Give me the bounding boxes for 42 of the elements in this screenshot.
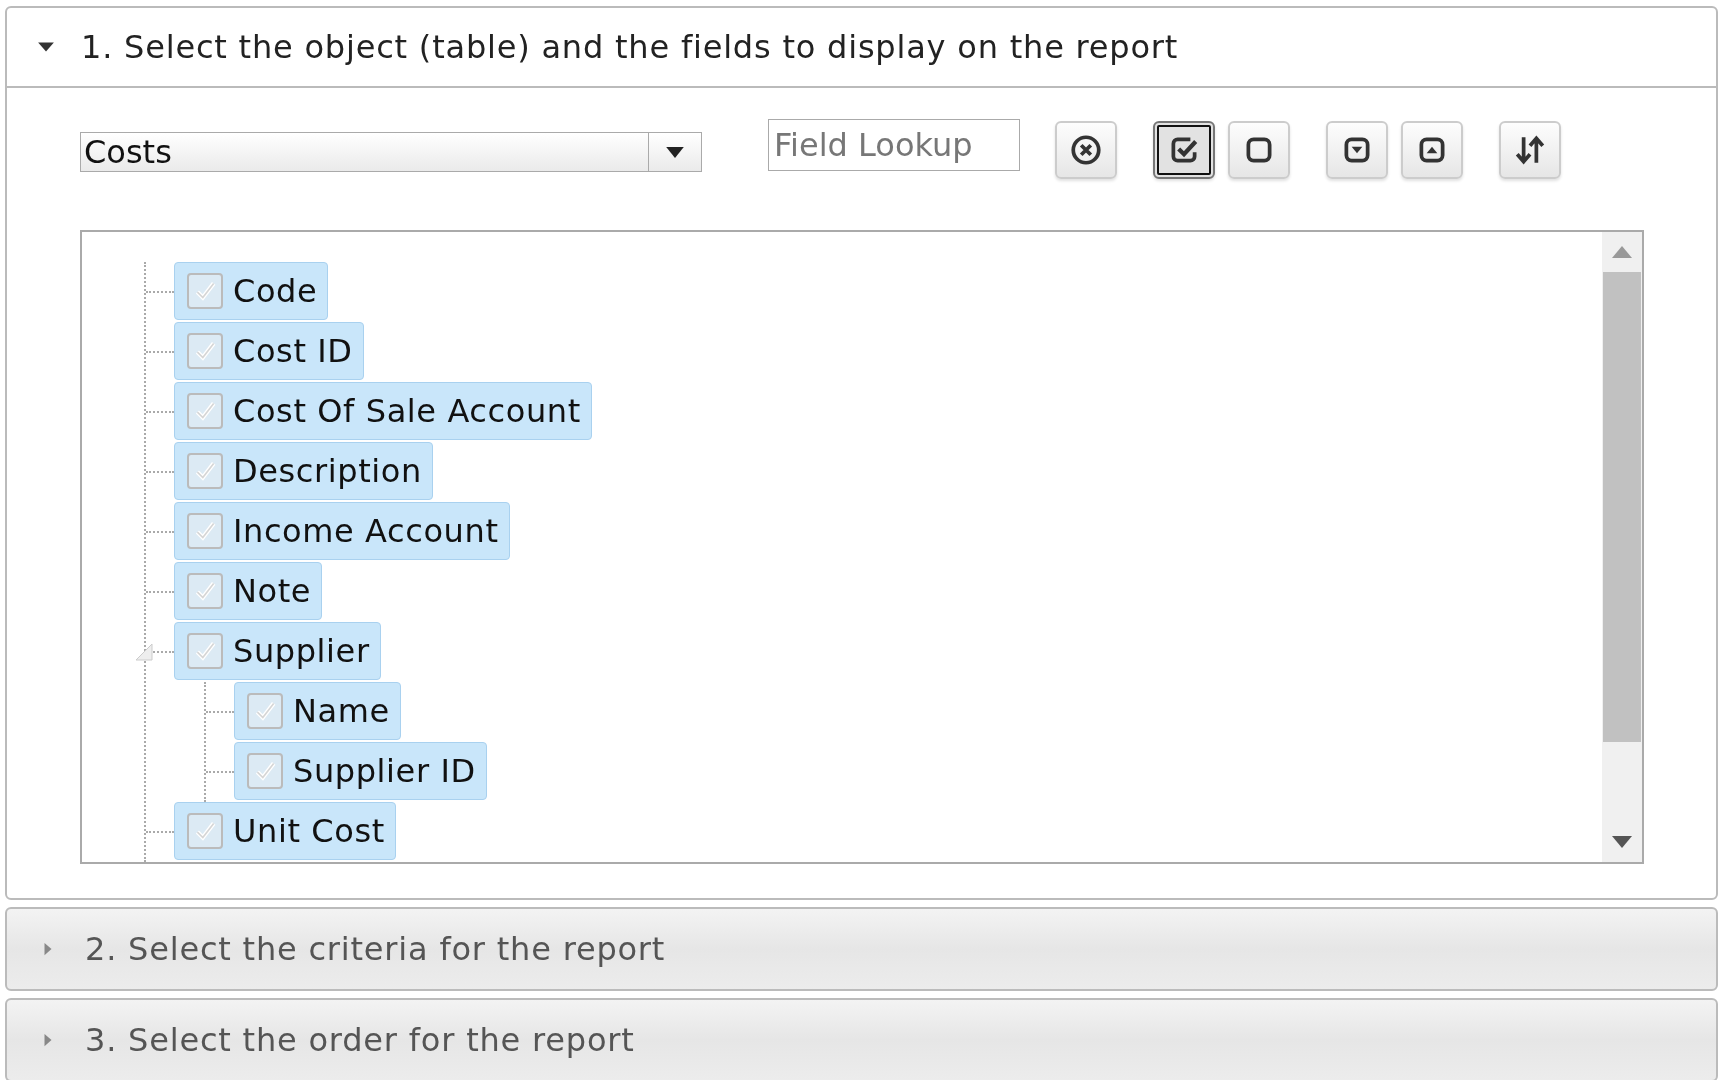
checkbox[interactable] xyxy=(187,273,223,309)
section-title: 2. Select the criteria for the report xyxy=(85,930,666,968)
scroll-up-icon[interactable] xyxy=(1612,246,1632,258)
checkbox[interactable] xyxy=(247,753,283,789)
tree-item[interactable]: Cost ID xyxy=(174,322,364,380)
uncheck-all-button[interactable] xyxy=(1228,121,1290,179)
tree-item[interactable]: Name xyxy=(234,682,401,740)
section-header[interactable]: 3. Select the order for the report xyxy=(7,1000,1716,1080)
checkbox[interactable] xyxy=(187,513,223,549)
clear-icon xyxy=(1069,133,1103,167)
checkbox[interactable] xyxy=(187,453,223,489)
tree-item[interactable]: Code xyxy=(174,262,329,320)
dropdown-arrow-icon xyxy=(666,146,684,158)
tree-item[interactable]: Description xyxy=(174,442,433,500)
sort-arrows-icon xyxy=(1513,133,1547,167)
checkbox[interactable] xyxy=(247,693,283,729)
collapse-all-button[interactable] xyxy=(1401,121,1463,179)
checkbox[interactable] xyxy=(187,573,223,609)
tree-item[interactable]: Unit Cost xyxy=(174,802,396,860)
checkbox[interactable] xyxy=(187,633,223,669)
sort-button[interactable] xyxy=(1499,121,1561,179)
scrollbar[interactable] xyxy=(1602,232,1642,862)
check-all-button[interactable] xyxy=(1153,121,1215,179)
checkbox[interactable] xyxy=(187,333,223,369)
object-dropdown[interactable]: Costs xyxy=(80,132,702,172)
tree-item[interactable]: Cost Of Sale Account xyxy=(174,382,592,440)
tree-item[interactable]: Income Account xyxy=(174,502,510,560)
section-title: 1. Select the object (table) and the fields to display on the report xyxy=(81,28,1179,66)
expand-all-button[interactable] xyxy=(1326,121,1388,179)
clear-button[interactable] xyxy=(1055,121,1117,179)
expander-icon[interactable] xyxy=(134,642,154,662)
checkbox[interactable] xyxy=(187,813,223,849)
section-title: 3. Select the order for the report xyxy=(85,1021,635,1059)
section-header[interactable]: 1. Select the object (table) and the fields to display on the report xyxy=(7,8,1716,88)
tree-item[interactable]: Supplier xyxy=(174,622,381,680)
tree-item[interactable]: Note xyxy=(174,562,323,620)
section-header[interactable]: 2. Select the criteria for the report xyxy=(7,909,1716,989)
checkbox[interactable] xyxy=(187,393,223,429)
scroll-down-icon[interactable] xyxy=(1612,836,1632,848)
scrollbar-thumb[interactable] xyxy=(1603,272,1641,742)
tree-item[interactable]: Supplier ID xyxy=(234,742,487,800)
field-lookup-input[interactable]: Field Lookup xyxy=(768,119,1020,171)
